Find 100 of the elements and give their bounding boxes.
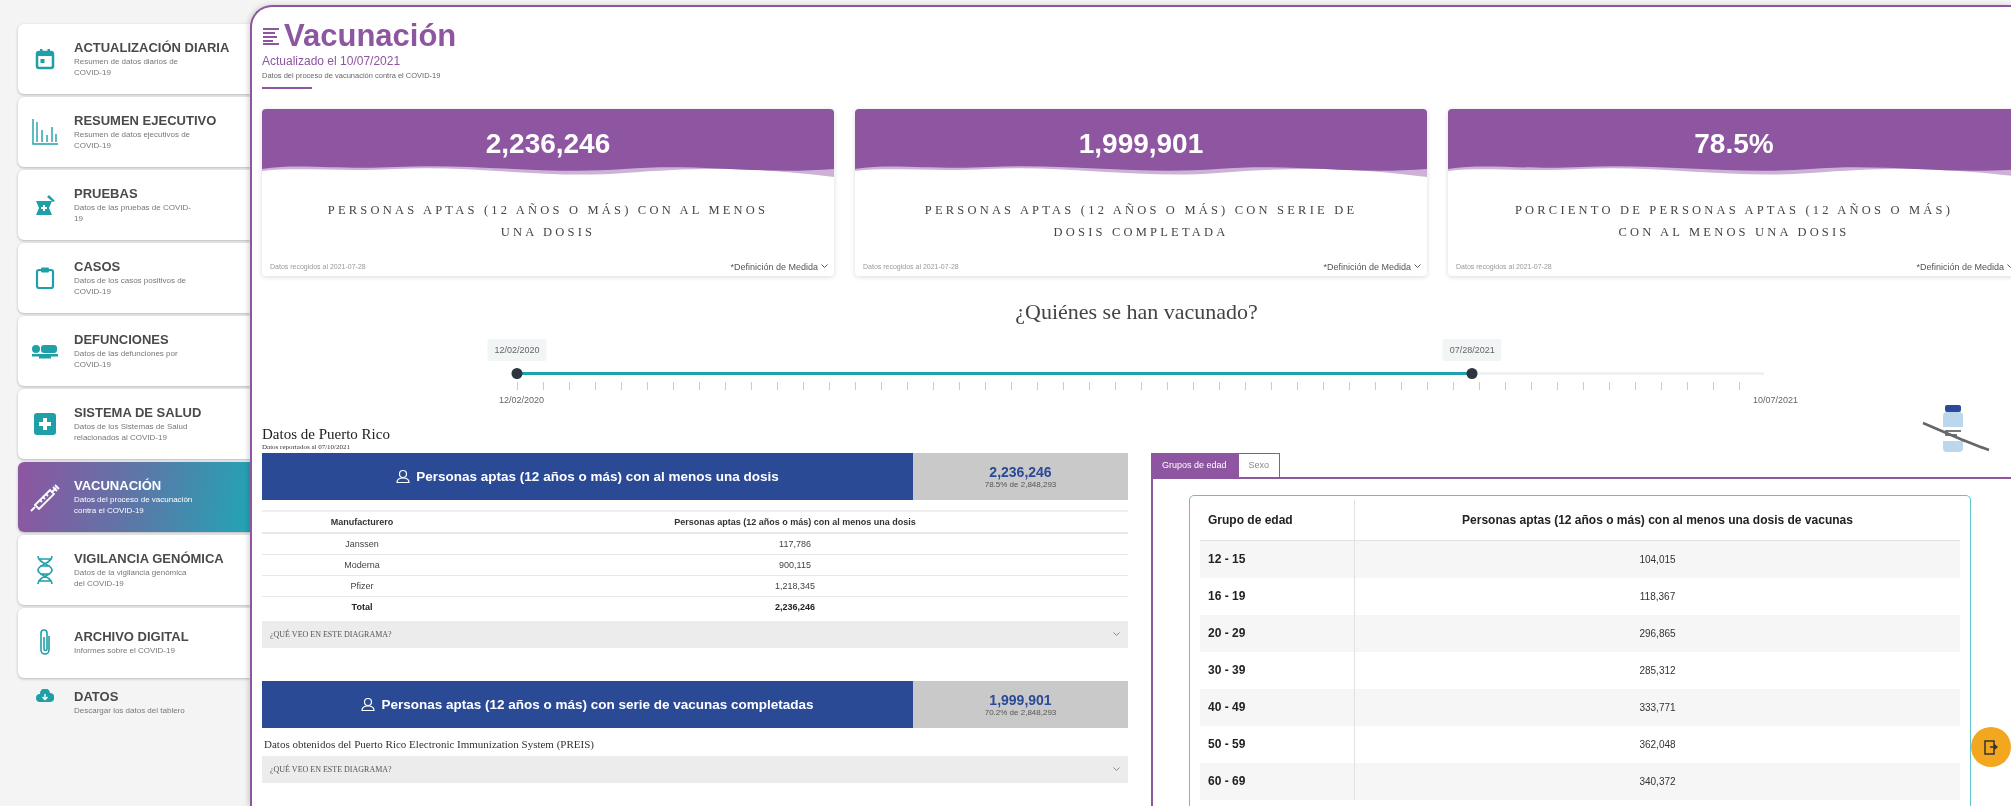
summary-value: 1,999,901 [989, 691, 1052, 708]
chevron-down-icon [1113, 631, 1120, 637]
sidebar-item-title: SISTEMA DE SALUD [74, 404, 203, 420]
sidebar-item[interactable]: PRUEBAS Datos de las pruebas de COVID-19 [18, 170, 250, 240]
sidebar-item-title: VACUNACIÓN [74, 477, 163, 493]
medical-cross-icon [34, 413, 56, 435]
source-note: Datos obtenidos del Puerto Rico Electronic Immunization System (PREIS) [263, 736, 595, 752]
sidebar-item[interactable]: VACUNACIÓN Datos del proceso de vacunación contra el COVID-19 [18, 462, 250, 532]
table-cell: 333,771 [1354, 688, 1960, 726]
definition-link[interactable]: *Definición de Medida [1916, 261, 2011, 272]
stat-label: PORCIENTO DE PERSONAS APTAS (12 AÑOS O MÁS) CON AL MENOS UNA DOSIS [1513, 201, 1955, 241]
sidebar-item[interactable]: ARCHIVO DIGITAL Informes sobre el COVID-19 [18, 608, 250, 678]
sidebar-item-subtitle: Datos de los Sistemas de Salud relacionados al COVID-19 [74, 421, 189, 444]
stat-value: 2,236,246 [485, 126, 611, 161]
sidebar-item-title: ACTUALIZACIÓN DIARIA [74, 39, 231, 55]
slider-start-label: 12/02/2020 [499, 394, 545, 405]
definition-link[interactable]: *Definición de Medida [730, 261, 828, 272]
dna-icon [35, 555, 55, 585]
stat-label: PERSONAS APTAS (12 AÑOS O MÁS) CON AL MENOS UNA DOSIS [326, 201, 770, 241]
table-cell: 30 - 39 [1200, 651, 1355, 689]
table-cell: 900,115 [462, 554, 1128, 575]
sidebar-item-subtitle: Datos del proceso de vacunación contra el COVID-19 [74, 494, 194, 517]
table-cell: 118,367 [1354, 577, 1960, 615]
slider-handle[interactable] [511, 367, 523, 379]
total-cell: Total [262, 596, 462, 617]
chevron-down-icon [821, 264, 828, 269]
table-cell: Moderna [262, 554, 462, 575]
sidebar-item[interactable]: ACTUALIZACIÓN DIARIA Resumen de datos diarios de COVID-19 [18, 24, 250, 94]
table-cell: 40 - 49 [1200, 688, 1355, 726]
section-heading: ¿Quiénes se han vacunado? [1014, 298, 1259, 325]
summary-value: 2,236,246 [989, 463, 1052, 480]
summary-title: Personas aptas (12 años o más) con serie de vacunas completadas [381, 696, 814, 712]
table-cell: 296,865 [1354, 614, 1960, 652]
sidebar-item-title: ARCHIVO DIGITAL [74, 629, 190, 645]
column-header: Personas aptas (12 años o más) con al menos una dosis de vacunas [1354, 499, 1960, 540]
page-title: Vacunación [284, 19, 457, 53]
sidebar-item-subtitle: Datos de los casos positivos de COVID-19 [74, 275, 188, 298]
table-cell: Pfizer [262, 575, 462, 596]
sidebar-item[interactable]: SISTEMA DE SALUD Datos de los Sistemas de Salud relacionados al COVID-19 [18, 389, 250, 459]
column-header: Personas aptas (12 años o más) con al menos una dosis [462, 510, 1128, 533]
chevron-down-icon [1113, 766, 1120, 772]
region-title: Datos de Puerto Rico [262, 425, 390, 443]
table-cell: 1,218,345 [462, 575, 1128, 596]
paperclip-icon [37, 628, 53, 658]
sidebar-item-subtitle: Resumen de datos ejecutivos de COVID-19 [74, 129, 192, 152]
summary-title: Personas aptas (12 años o más) con al menos una dosis [416, 468, 779, 484]
sidebar-item[interactable]: VIGILANCIA GENÓMICA Datos de la vigilancia genómica del COVID-19 [18, 535, 250, 605]
bed-icon [31, 343, 59, 359]
floating-action-button[interactable] [1971, 727, 2011, 767]
stat-label: PERSONAS APTAS (12 AÑOS O MÁS) CON SERIE DE DOSIS COMPLETADA [923, 201, 1359, 241]
definition-link[interactable]: *Definición de Medida [1323, 261, 1421, 272]
sidebar-item[interactable]: DATOS Descargar los datos del tablero [18, 681, 250, 721]
table-cell: 285,312 [1354, 651, 1960, 689]
accordion-header[interactable]: ¿QUÉ VEO EN ESTE DIAGRAMA? [262, 620, 1128, 648]
sidebar-item-title: DATOS [74, 689, 120, 704]
sidebar-item-subtitle: Datos de la vigilancia genómica del COVID-19 [74, 567, 188, 590]
table-cell: 20 - 29 [1200, 614, 1355, 652]
table-cell: 12 - 15 [1200, 540, 1355, 578]
table-cell: 340,372 [1354, 762, 1960, 800]
person-icon [361, 697, 376, 711]
table-cell: 50 - 59 [1200, 725, 1355, 763]
sidebar-item[interactable]: DEFUNCIONES Datos de las defunciones por COVID-19 [18, 316, 250, 386]
vaccine-vial-icon [1921, 402, 1991, 455]
table-cell: Janssen [262, 532, 462, 554]
list-icon [262, 27, 280, 45]
tab[interactable]: Sexo [1237, 452, 1281, 477]
sidebar-item-title: VIGILANCIA GENÓMICA [74, 550, 225, 566]
slider-end-label: 10/07/2021 [1752, 394, 1798, 405]
mortar-icon [33, 193, 57, 217]
sidebar-item-subtitle: Datos de las defunciones por COVID-19 [74, 348, 179, 371]
column-header: Grupo de edad [1200, 499, 1355, 540]
sidebar-item[interactable]: RESUMEN EJECUTIVO Resumen de datos ejecutivos de COVID-19 [18, 97, 250, 167]
cloud-download-icon [36, 689, 54, 702]
sidebar-item[interactable]: CASOS Datos de los casos positivos de COVID-19 [18, 243, 250, 313]
person-icon [396, 469, 411, 483]
summary-share: 70.2% de 2,848,293 [984, 707, 1057, 717]
calendar-icon [35, 48, 55, 70]
chevron-down-icon [1414, 264, 1421, 269]
accordion-header[interactable]: ¿QUÉ VEO EN ESTE DIAGRAMA? [262, 755, 1128, 783]
date-chip: 12/02/2020 [487, 338, 547, 361]
date-chip: 07/28/2021 [1442, 338, 1502, 361]
table-cell: 362,048 [1354, 725, 1960, 763]
stat-value: 78.5% [1694, 126, 1774, 161]
sidebar-item-subtitle: Descargar los datos del tablero [74, 706, 186, 717]
sidebar-item-subtitle: Resumen de datos diarios de COVID-19 [74, 56, 180, 79]
sidebar-item-title: PRUEBAS [74, 185, 139, 201]
tab[interactable]: Grupos de edad [1151, 452, 1238, 477]
stat-value: 1,999,901 [1078, 126, 1204, 161]
bar-chart-icon [31, 118, 59, 146]
sidebar-item-title: DEFUNCIONES [74, 331, 170, 347]
slider-handle[interactable] [1466, 367, 1478, 379]
updated-date: Actualizado el 10/07/2021 [262, 54, 402, 68]
sidebar-item-subtitle: Informes sobre el COVID-19 [74, 646, 176, 657]
table-cell: 16 - 19 [1200, 577, 1355, 615]
sidebar-item-subtitle: Datos de las pruebas de COVID-19 [74, 202, 192, 225]
sidebar-item-title: CASOS [74, 258, 122, 274]
table-cell: 117,786 [462, 532, 1128, 554]
table-cell: 60 - 69 [1200, 762, 1355, 800]
syringe-icon [28, 482, 62, 512]
total-cell: 2,236,246 [462, 596, 1128, 617]
